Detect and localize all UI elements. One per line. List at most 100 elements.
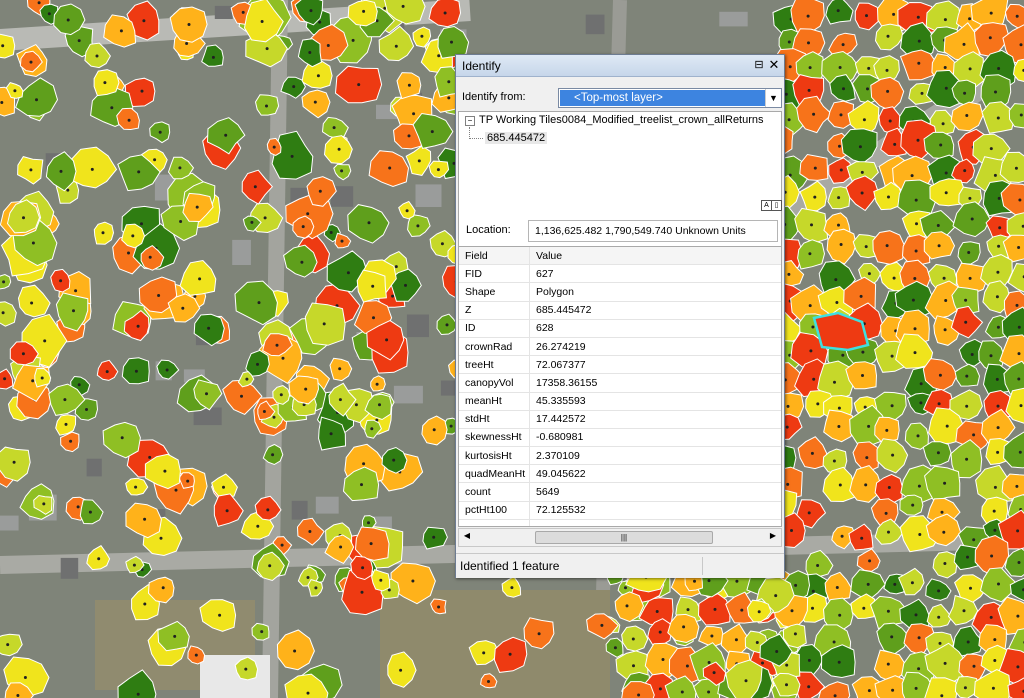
tree-top-point (275, 343, 279, 347)
identify-from-dropdown[interactable]: <Top-most layer> ▼ (558, 88, 782, 108)
tree-top-point (858, 145, 862, 149)
horizontal-scrollbar[interactable]: ◀ ||| ▶ (458, 528, 782, 547)
table-row[interactable]: canopyVol 17358.36155 (459, 373, 781, 393)
tree-top-point (891, 688, 895, 692)
table-row[interactable]: ID 628 (459, 319, 781, 338)
tree-top-point (351, 38, 355, 42)
scroll-right-icon[interactable]: ▶ (767, 531, 779, 540)
tree-top-point (329, 231, 333, 234)
table-row[interactable]: treeHt 72.067377 (459, 355, 781, 375)
table-row[interactable]: count 5649 (459, 482, 781, 502)
tree-top-point (631, 637, 635, 641)
table-row[interactable]: pctHt100 72.125532 (459, 501, 781, 520)
tree-top-point (755, 641, 759, 644)
scroll-thumb[interactable]: ||| (535, 531, 713, 544)
tree-top-point (181, 306, 185, 310)
table-row[interactable]: kurtosisHt 2.370109 (459, 446, 781, 466)
table-row[interactable]: FID 627 (459, 264, 781, 284)
layout-icon[interactable]: ▯ (771, 200, 782, 211)
table-row[interactable]: Z 685.445472 (459, 301, 781, 320)
table-row[interactable]: meanHt 45.335593 (459, 392, 781, 411)
tree-top-point (917, 636, 921, 640)
tree-top-point (632, 664, 635, 668)
tree-top-point (420, 34, 424, 38)
tree-top-point (994, 90, 997, 94)
tree-feature-node[interactable]: 685.445472 (485, 132, 548, 144)
tree-top-point (136, 324, 140, 328)
tree-top-point (47, 12, 51, 16)
tree-layer-node[interactable]: TP Working Tiles0084_Modified_treelist_c… (479, 114, 764, 126)
tree-top-point (963, 91, 967, 95)
field-column-header[interactable]: Field (459, 247, 530, 266)
tree-top-point (394, 44, 398, 48)
tree-top-point (937, 589, 941, 593)
tree-crown (799, 153, 829, 181)
value-cell: 17358.36155 (529, 373, 781, 393)
close-icon[interactable]: ✕ (767, 58, 781, 72)
title-bar[interactable]: Identify ⊟ ✕ (456, 55, 784, 77)
value-column-header[interactable]: Value (529, 247, 781, 266)
tree-top-point (318, 20, 322, 24)
tree-top-point (308, 530, 312, 533)
tree-top-point (85, 408, 88, 411)
tree-top-point (920, 91, 924, 95)
tree-top-point (811, 589, 815, 593)
pane-splitter[interactable]: A ▯ (458, 200, 782, 211)
value-cell: 72.125532 (529, 501, 781, 520)
tree-top-point (137, 170, 141, 174)
tree-top-point (993, 638, 997, 642)
tree-top-point (637, 693, 641, 697)
tree-top-point (399, 668, 403, 672)
pin-icon[interactable]: ⊟ (752, 58, 766, 72)
tree-top-point (63, 398, 67, 402)
tree-top-point (262, 410, 266, 413)
tree-top-point (195, 205, 199, 209)
table-row[interactable]: stdHt 17.442572 (459, 410, 781, 429)
tree-top-point (218, 613, 222, 617)
table-row[interactable]: Shape Polygon (459, 282, 781, 302)
tree-top-point (861, 374, 864, 377)
tree-top-point (963, 169, 967, 173)
tree-top-point (808, 252, 812, 256)
tree-top-point (42, 502, 46, 506)
tree-top-point (842, 87, 845, 91)
tree-top-point (735, 579, 739, 583)
value-cell: 26.274219 (529, 337, 781, 357)
tree-top-point (211, 55, 215, 59)
tree-top-point (995, 295, 999, 299)
location-row: Location: 1,136,625.482 1,790,549.740 Un… (458, 218, 780, 244)
table-row[interactable]: quadMeanHt 49.045622 (459, 464, 781, 484)
value-cell: 2.370109 (529, 446, 781, 466)
chevron-down-icon[interactable]: ▼ (765, 89, 781, 107)
tree-top-point (965, 374, 969, 378)
tree-top-point (866, 87, 869, 91)
tree-top-point (449, 424, 453, 428)
house-roof (415, 184, 442, 207)
table-row[interactable]: skewnessHt -0.680981 (459, 428, 781, 448)
scroll-left-icon[interactable]: ◀ (461, 531, 473, 540)
tree-top-point (943, 562, 947, 565)
tree-top-point (993, 173, 997, 177)
identify-window[interactable]: Identify ⊟ ✕ Identify from: <Top-most la… (455, 54, 785, 578)
attribute-grid[interactable]: Field Value FID 627 Shape Polygon Z 685.44547… (458, 246, 782, 527)
tree-top-point (972, 664, 976, 668)
tree-top-point (16, 694, 20, 697)
tree-top-point (279, 393, 283, 397)
tree-top-point (794, 583, 798, 587)
tree-top-point (915, 222, 918, 226)
tree-top-point (891, 453, 895, 457)
tree-top-point (316, 74, 320, 78)
tree-top-point (989, 11, 993, 15)
tree-top-point (445, 323, 449, 327)
tree-top-point (143, 602, 147, 606)
tree-top-point (322, 322, 326, 326)
tree-top-point (865, 14, 868, 18)
tree-top-point (774, 594, 778, 598)
tree-top-point (625, 604, 629, 608)
tree-top-point (430, 130, 434, 134)
collapse-icon[interactable]: − (465, 116, 475, 126)
tree-top-point (1017, 377, 1021, 381)
tree-top-point (136, 692, 140, 696)
tree-top-point (884, 511, 888, 515)
table-row[interactable]: crownRad 26.274219 (459, 337, 781, 357)
